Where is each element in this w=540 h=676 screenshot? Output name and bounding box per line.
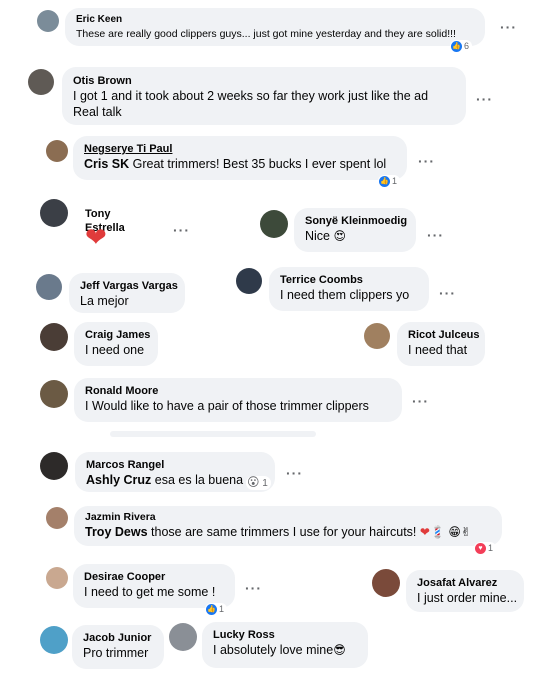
commenter-name[interactable]: Marcos Rangel xyxy=(86,458,264,472)
comment-text: Ashly Cruz esa es la buena xyxy=(86,473,244,487)
commenter-name[interactable]: Negserye Ti Paul xyxy=(84,142,396,156)
reaction-count[interactable]: ♥ 1 xyxy=(474,542,497,555)
tagged-user[interactable]: Cris SK xyxy=(84,157,129,171)
avatar[interactable] xyxy=(28,69,54,95)
commenter-name[interactable]: Lucky Ross xyxy=(213,628,357,642)
avatar[interactable] xyxy=(40,452,68,480)
commenter-name[interactable]: Otis Brown xyxy=(73,74,455,88)
more-options-icon[interactable]: ··· xyxy=(500,20,517,34)
comment-text: I Would like to have a pair of those tri… xyxy=(85,399,369,413)
barber-pole-icon: 💈 xyxy=(429,525,445,539)
comment-text: I just order mine... xyxy=(417,591,518,605)
commenter-name[interactable]: Jazmin Rivera xyxy=(85,510,491,524)
comment-bubble: Negserye Ti Paul Cris SK Great trimmers!… xyxy=(73,136,407,180)
commenter-name[interactable]: Sonyë Kleinmoedig xyxy=(305,214,407,228)
comment-text: La mejor xyxy=(80,294,129,308)
love-reaction-icon: ♥ xyxy=(475,543,486,555)
comment-text: Cris SK Great trimmers! Best 35 bucks I … xyxy=(84,157,387,171)
avatar[interactable] xyxy=(37,10,59,32)
reaction-count[interactable]: 👍 6 xyxy=(450,40,473,53)
more-options-icon[interactable]: ··· xyxy=(173,223,190,237)
comment-text: Troy Dews those are same trimmers I use … xyxy=(85,525,471,539)
more-options-icon[interactable]: ··· xyxy=(418,154,435,168)
grinning-emoji-icon: 😁 xyxy=(448,525,461,539)
comment-bubble: Craig James I need one xyxy=(74,322,158,366)
comment-bubble: Jacob Junior Pro trimmer xyxy=(72,625,164,669)
avatar[interactable] xyxy=(364,323,390,349)
comment-bubble: Jazmin Rivera Troy Dews those are same t… xyxy=(74,506,502,546)
commenter-name[interactable]: Ricot Julceus xyxy=(408,328,480,342)
comment-bubble: Eric Keen These are really good clippers… xyxy=(65,8,485,46)
more-options-icon[interactable]: ··· xyxy=(245,581,262,595)
comment-bubble: Terrice Coombs I need them clippers yo xyxy=(269,267,429,311)
red-heart-icon: ❤ xyxy=(85,222,107,252)
avatar[interactable] xyxy=(260,210,288,238)
commenter-name[interactable]: Josafat Alvarez xyxy=(417,576,520,590)
commenter-name[interactable]: Terrice Coombs xyxy=(280,273,418,287)
comment-bubble: Josafat Alvarez I just order mine... xyxy=(406,570,524,612)
wow-emoji-icon: 😮 xyxy=(247,475,260,489)
comment-bubble: Ricot Julceus I need that xyxy=(397,322,485,366)
avatar[interactable] xyxy=(40,199,68,227)
tagged-user[interactable]: Ashly Cruz xyxy=(86,473,151,487)
avatar[interactable] xyxy=(169,623,197,651)
heart-eyes-emoji-icon: 😍 xyxy=(333,229,347,243)
avatar[interactable] xyxy=(46,567,68,589)
tagged-user[interactable]: Troy Dews xyxy=(85,525,148,539)
comment-text: I need to get me some ! xyxy=(84,585,216,599)
more-options-icon[interactable]: ··· xyxy=(412,394,429,408)
comment-text: I absolutely love mine😎 xyxy=(213,643,346,657)
comment-bubble: Jeff Vargas Vargas La mejor xyxy=(69,273,185,313)
comment-text: I need them clippers yo xyxy=(280,288,410,302)
avatar[interactable] xyxy=(236,268,262,294)
avatar[interactable] xyxy=(36,274,62,300)
avatar[interactable] xyxy=(40,626,68,654)
victory-hand-icon: ✌ xyxy=(460,525,471,539)
commenter-name[interactable]: Ronald Moore xyxy=(85,384,391,398)
reaction-count[interactable]: 👍 1 xyxy=(378,175,401,188)
like-icon: 👍 xyxy=(451,41,462,53)
comment-bubble: Marcos Rangel Ashly Cruz esa es la buena xyxy=(75,452,275,492)
avatar[interactable] xyxy=(40,323,68,351)
comment-bubble: Lucky Ross I absolutely love mine😎 xyxy=(202,622,368,668)
avatar[interactable] xyxy=(40,380,68,408)
reaction-count[interactable]: 👍 1 xyxy=(205,603,228,616)
more-options-icon[interactable]: ··· xyxy=(286,466,303,480)
more-options-icon[interactable]: ··· xyxy=(439,286,456,300)
commenter-name[interactable]: Craig James xyxy=(85,328,150,342)
sunglasses-emoji-icon: 😎 xyxy=(333,643,346,657)
more-options-icon[interactable]: ··· xyxy=(476,92,493,106)
more-options-icon[interactable]: ··· xyxy=(427,228,444,242)
comment-bubble: Otis Brown I got 1 and it took about 2 w… xyxy=(62,67,466,125)
like-icon: 👍 xyxy=(379,176,390,188)
comment-text: I need that xyxy=(408,343,468,357)
comment-text: I got 1 and it took about 2 weeks so far… xyxy=(73,89,429,103)
avatar[interactable] xyxy=(46,140,68,162)
comment-text: Real talk xyxy=(73,105,122,119)
comment-bubble: Ronald Moore I Would like to have a pair… xyxy=(74,378,402,422)
comment-bubble: Sonyë Kleinmoedig Nice 😍 xyxy=(294,208,416,252)
avatar[interactable] xyxy=(372,569,400,597)
comment-text: Nice 😍 xyxy=(305,229,347,243)
commenter-name[interactable]: Desirae Cooper xyxy=(84,570,224,584)
comment-bubble: Desirae Cooper I need to get me some ! xyxy=(73,564,235,608)
commenter-name[interactable]: Jeff Vargas Vargas xyxy=(80,279,178,293)
divider xyxy=(110,431,316,437)
comment-text: Pro trimmer xyxy=(83,646,149,660)
avatar[interactable] xyxy=(46,507,68,529)
comment-text: I need one xyxy=(85,343,145,357)
commenter-name[interactable]: Eric Keen xyxy=(76,13,474,27)
reaction-count[interactable]: 😮 1 xyxy=(246,476,271,490)
red-heart-icon: ❤ xyxy=(419,525,430,539)
comment-text: These are really good clippers guys... j… xyxy=(76,28,456,40)
like-icon: 👍 xyxy=(206,604,217,616)
commenter-name[interactable]: Jacob Junior xyxy=(83,631,153,645)
